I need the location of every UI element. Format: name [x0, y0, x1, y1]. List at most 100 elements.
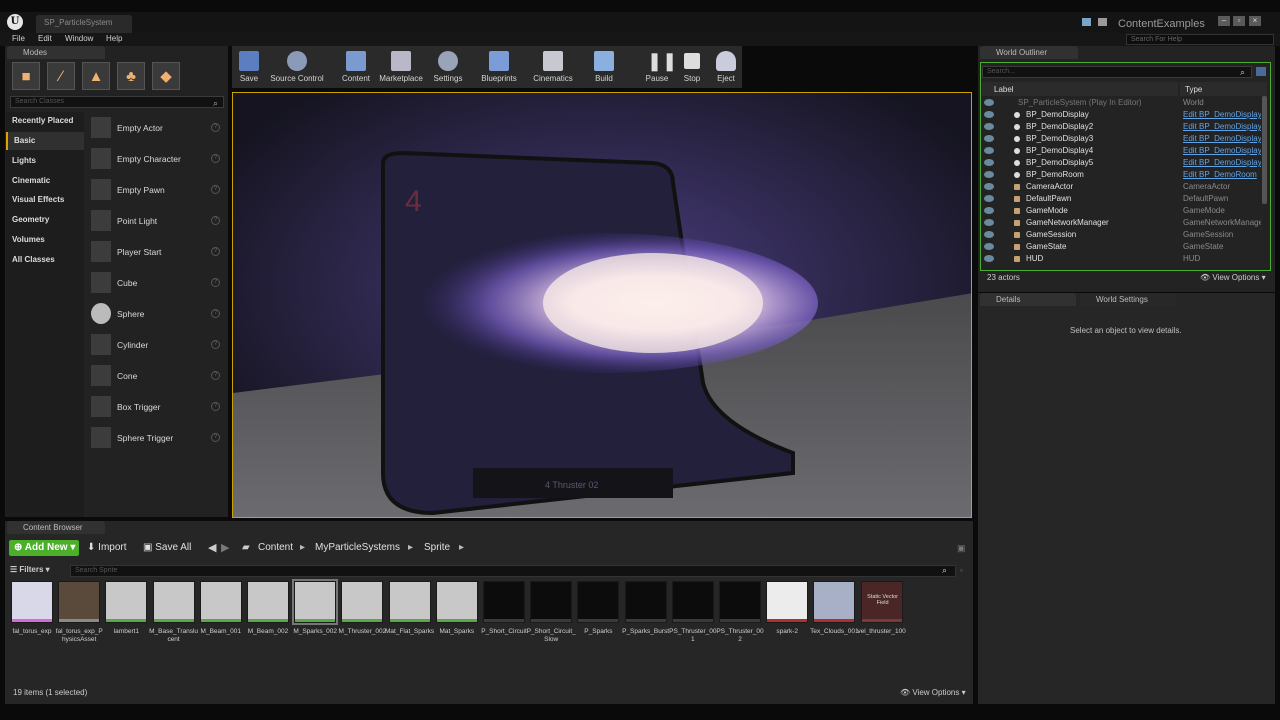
history-forward-icon[interactable]: ▶ — [221, 541, 229, 554]
help-icon[interactable]: ? — [211, 402, 220, 411]
history-back-icon[interactable]: ◀ — [208, 541, 216, 554]
actor-type[interactable]: Edit BP_DemoDisplay — [1183, 110, 1261, 119]
help-icon[interactable]: ? — [211, 340, 220, 349]
place-mode-icon[interactable]: ■ — [12, 62, 40, 90]
place-item-point-light[interactable]: Point Light? — [86, 206, 226, 237]
category-basic[interactable]: Basic — [6, 132, 84, 150]
place-item-empty-actor[interactable]: Empty Actor? — [86, 113, 226, 144]
visibility-eye-icon[interactable] — [984, 135, 994, 142]
place-item-empty-character[interactable]: Empty Character? — [86, 144, 226, 175]
save-button[interactable]: Save — [234, 46, 264, 88]
help-icon[interactable]: ? — [211, 278, 220, 287]
actor-type[interactable]: Edit BP_DemoDisplay — [1183, 134, 1261, 143]
help-icon[interactable]: ? — [211, 154, 220, 163]
save-all-button[interactable]: ▣ Save All — [143, 542, 191, 553]
asset-tile[interactable]: Tex_Clouds_001 — [810, 581, 859, 636]
outliner-row[interactable]: BP_DemoDisplay3 Edit BP_DemoDisplay — [982, 133, 1267, 145]
help-icon[interactable]: ? — [211, 185, 220, 194]
cinematics-button[interactable]: Cinematics — [532, 46, 574, 88]
tab-world-outliner[interactable]: World Outliner — [980, 46, 1078, 59]
asset-tile[interactable]: Mat_Flat_Sparks — [385, 581, 434, 636]
help-icon[interactable]: ? — [211, 371, 220, 380]
category-recently-placed[interactable]: Recently Placed — [6, 112, 84, 130]
column-label-header[interactable]: Label — [982, 82, 1178, 96]
place-item-sphere[interactable]: Sphere? — [86, 299, 226, 330]
search-classes-input[interactable]: Search Classes — [10, 96, 224, 108]
category-visual-effects[interactable]: Visual Effects — [6, 191, 84, 209]
menu-help[interactable]: Help — [106, 34, 122, 43]
asset-tile[interactable]: M_Thruster_002 — [339, 581, 386, 636]
close-button[interactable]: × — [1249, 16, 1261, 26]
actor-type[interactable]: Edit BP_DemoDisplay — [1183, 158, 1261, 167]
place-item-empty-pawn[interactable]: Empty Pawn? — [86, 175, 226, 206]
save-search-icon[interactable]: ▫ — [960, 566, 963, 575]
visibility-eye-icon[interactable] — [984, 231, 994, 238]
category-all-classes[interactable]: All Classes — [6, 251, 84, 269]
visibility-eye-icon[interactable] — [984, 111, 994, 118]
asset-tile[interactable]: PS_Thruster_001 — [669, 581, 716, 644]
landscape-mode-icon[interactable]: ▲ — [82, 62, 110, 90]
asset-tile[interactable]: M_Sparks_002 — [292, 579, 339, 636]
actor-type[interactable]: Edit BP_DemoRoom — [1183, 170, 1261, 179]
outliner-row[interactable]: BP_DemoDisplay4 Edit BP_DemoDisplay — [982, 145, 1267, 157]
category-volumes[interactable]: Volumes — [6, 231, 84, 249]
category-geometry[interactable]: Geometry — [6, 211, 84, 229]
chat-icon[interactable] — [1082, 18, 1091, 26]
asset-tile[interactable]: P_Short_Circuit_Slow — [527, 581, 576, 644]
asset-tile[interactable]: fal_torus_exp — [11, 581, 53, 636]
pause-button[interactable]: ❚❚ Pause — [644, 46, 678, 88]
tab-details[interactable]: Details — [980, 293, 1076, 306]
outliner-row[interactable]: GameNetworkManager GameNetworkManager — [982, 217, 1267, 229]
filters-button[interactable]: ☰ Filters ▾ — [10, 565, 50, 574]
visibility-eye-icon[interactable] — [984, 207, 994, 214]
feedback-icon[interactable] — [1098, 18, 1107, 26]
help-icon[interactable]: ? — [211, 216, 220, 225]
outliner-search-input[interactable]: Search... — [982, 66, 1252, 78]
stop-button[interactable]: Stop — [680, 46, 704, 88]
tab-modes[interactable]: Modes — [7, 46, 105, 59]
maximize-button[interactable]: ▫ — [1233, 16, 1245, 26]
place-item-player-start[interactable]: Player Start? — [86, 237, 226, 268]
outliner-row[interactable]: GameMode GameMode — [982, 205, 1267, 217]
asset-tile[interactable]: P_Sparks_Burst — [622, 581, 669, 636]
visibility-eye-icon[interactable] — [984, 183, 994, 190]
outliner-row[interactable]: GameState GameState — [982, 241, 1267, 253]
outliner-row[interactable]: CameraActor CameraActor — [982, 181, 1267, 193]
asset-tile[interactable]: P_Short_Circuit — [481, 581, 527, 636]
build-button[interactable]: Build — [589, 46, 619, 88]
outliner-row[interactable]: BP_DemoDisplay Edit BP_DemoDisplay — [982, 109, 1267, 121]
help-search-input[interactable]: Search For Help — [1126, 34, 1274, 45]
visibility-eye-icon[interactable] — [984, 147, 994, 154]
asset-tile[interactable]: Mat_Sparks — [435, 581, 478, 636]
level-viewport[interactable]: 4 4 Thruster 02 — [232, 92, 972, 518]
content-button[interactable]: Content — [340, 46, 372, 88]
visibility-eye-icon[interactable] — [984, 255, 994, 262]
asset-tile[interactable]: spark-2 — [766, 581, 809, 636]
visibility-eye-icon[interactable] — [984, 243, 994, 250]
help-icon[interactable]: ? — [211, 247, 220, 256]
column-type-header[interactable]: Type — [1180, 82, 1267, 96]
asset-search-input[interactable]: Search Sprite — [70, 565, 956, 577]
lock-icon[interactable]: ▣ — [957, 543, 966, 554]
breadcrumb-myparticlesystems[interactable]: MyParticleSystems — [315, 542, 400, 553]
outliner-row[interactable]: BP_DemoDisplay5 Edit BP_DemoDisplay — [982, 157, 1267, 169]
asset-tile[interactable]: fal_torus_exp_PhysicsAsset — [56, 581, 103, 644]
help-icon[interactable]: ? — [211, 123, 220, 132]
category-cinematic[interactable]: Cinematic — [6, 172, 84, 190]
content-view-options[interactable]: 👁 View Options ▾ — [900, 688, 966, 697]
menu-edit[interactable]: Edit — [38, 34, 52, 43]
asset-tile[interactable]: M_Base_Translucent — [149, 581, 198, 644]
outliner-row[interactable]: DefaultPawn DefaultPawn — [982, 193, 1267, 205]
place-item-cone[interactable]: Cone? — [86, 361, 226, 392]
category-lights[interactable]: Lights — [6, 152, 84, 170]
import-button[interactable]: ⬇ Import — [87, 542, 127, 553]
visibility-eye-icon[interactable] — [984, 99, 994, 106]
outliner-view-options[interactable]: 👁 View Options ▾ — [1200, 273, 1266, 282]
place-item-cylinder[interactable]: Cylinder? — [86, 330, 226, 361]
level-tab[interactable]: SP_ParticleSystem — [36, 15, 132, 33]
outliner-row[interactable]: HUD HUD — [982, 253, 1267, 265]
visibility-eye-icon[interactable] — [984, 171, 994, 178]
outliner-row[interactable]: BP_DemoRoom Edit BP_DemoRoom — [982, 169, 1267, 181]
actor-type[interactable]: Edit BP_DemoDisplay — [1183, 146, 1261, 155]
visibility-eye-icon[interactable] — [984, 195, 994, 202]
